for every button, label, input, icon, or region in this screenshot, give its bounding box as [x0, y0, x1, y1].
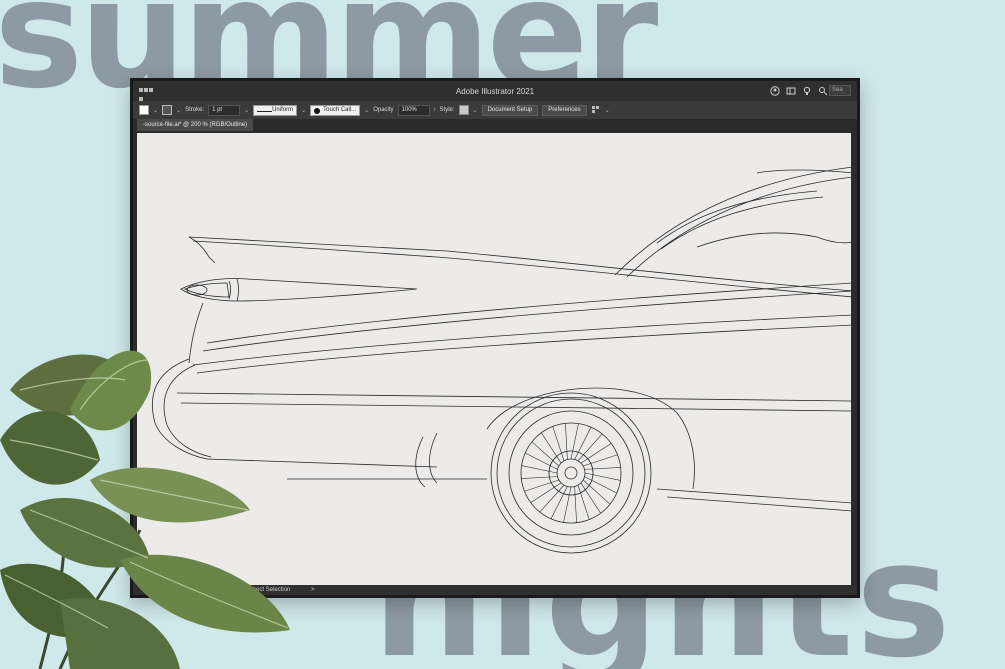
stroke-caret-icon[interactable]: ⌄ [176, 107, 181, 114]
wheel-spoke [565, 423, 568, 460]
opacity-label[interactable]: Opacity [373, 107, 393, 113]
wheel-spoke [530, 482, 562, 503]
wheel-spoke [577, 485, 590, 520]
plant-decoration [0, 350, 290, 669]
search-input[interactable]: Sea [829, 85, 851, 96]
style-swatch[interactable] [458, 105, 469, 115]
style-label: Style: [439, 107, 455, 113]
status-menu-arrow-icon[interactable]: > [311, 585, 315, 595]
stroke-profile-caret-icon[interactable]: ⌄ [301, 107, 306, 114]
arrange-docs-icon[interactable] [591, 105, 601, 115]
fill-swatch-icon[interactable] [139, 105, 149, 115]
wheel-spoke [524, 479, 559, 492]
wheel-spoke [521, 476, 558, 479]
wheel-spoke [580, 443, 612, 464]
stroke-label: Stroke: [185, 107, 205, 113]
wheel-spoke [584, 467, 621, 470]
document-tab-bar: -source-file.ai* @ 200 % (RGB/Outline) [133, 119, 857, 131]
stroke-profile-select[interactable]: Uniform [253, 104, 298, 116]
stroke-swatch-icon[interactable] [162, 105, 173, 115]
wheel-spoke [574, 486, 577, 523]
lightbulb-icon[interactable] [802, 86, 812, 96]
fill-caret-icon[interactable]: ⌄ [153, 107, 158, 114]
style-caret-icon[interactable]: ⌄ [473, 107, 478, 114]
wheel-spoke [541, 432, 562, 464]
wheel-spoke [580, 482, 601, 514]
document-setup-button[interactable]: Document Setup [481, 104, 539, 116]
control-bar: ⌄ ⌄ Stroke: 1 pt ⌄ Uniform ⌄ Touch Call.… [133, 101, 857, 119]
wheel-spoke [583, 454, 618, 467]
arrange-icon[interactable] [786, 86, 796, 96]
stroke-weight-field[interactable]: 1 pt [208, 104, 241, 116]
opacity-field[interactable]: 100% [397, 104, 430, 116]
window-titlebar: Adobe Illustrator 2021 Sea [133, 81, 857, 101]
window-title: Adobe Illustrator 2021 [455, 87, 535, 96]
search-icon [819, 86, 828, 95]
opacity-arrow-icon[interactable]: › [434, 107, 436, 113]
document-tab[interactable]: -source-file.ai* @ 200 % (RGB/Outline) [137, 119, 254, 131]
stroke-weight-caret-icon[interactable]: ⌄ [244, 107, 249, 114]
wheel-spoke [552, 426, 565, 461]
brush-caret-icon[interactable]: ⌄ [364, 107, 369, 114]
user-icon[interactable] [770, 85, 780, 96]
arrange-docs-caret-icon[interactable]: ⌄ [605, 107, 610, 114]
preferences-button[interactable]: Preferences [542, 104, 587, 116]
brush-select[interactable]: Touch Call... [310, 104, 361, 116]
